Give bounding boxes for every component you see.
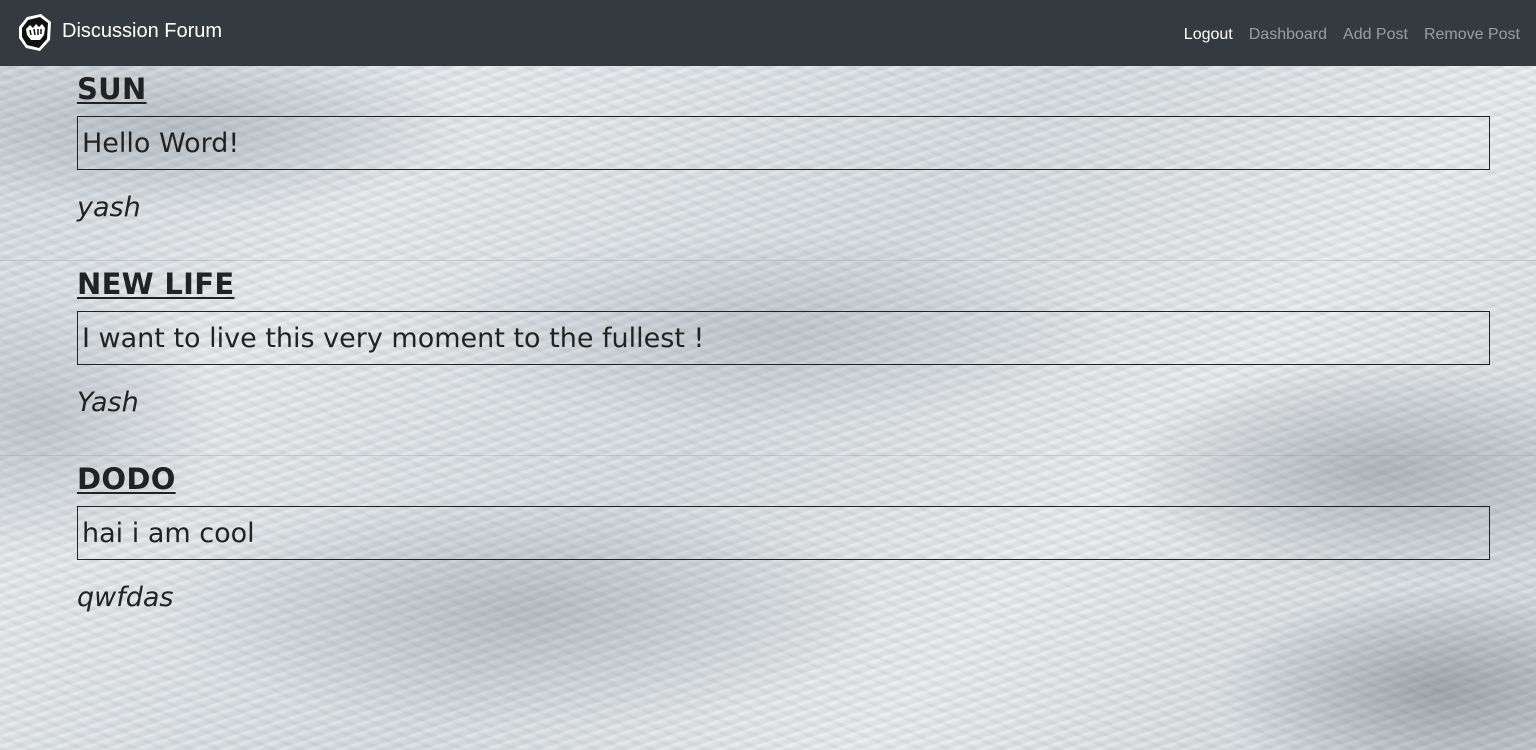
remove-post-link[interactable]: Remove Post: [1424, 26, 1520, 44]
post-author: Yash: [77, 387, 139, 418]
post-author: yash: [77, 192, 141, 223]
add-post-link[interactable]: Add Post: [1343, 26, 1408, 44]
brand-title: Discussion Forum: [62, 19, 223, 42]
post-title-link[interactable]: DODO: [77, 462, 176, 496]
post-item: NEW LIFE I want to live this very moment…: [0, 261, 1536, 456]
post-title-link[interactable]: NEW LIFE: [77, 267, 234, 301]
brand-link[interactable]: Discussion Forum: [17, 13, 222, 53]
logout-link[interactable]: Logout: [1184, 26, 1233, 44]
nav-links: Logout Dashboard Add Post Remove Post: [1168, 26, 1520, 44]
post-author: qwfdas: [77, 582, 174, 613]
post-title-link[interactable]: SUN: [77, 72, 147, 106]
post-body: Hello Word!: [77, 116, 1490, 170]
post-list: SUN Hello Word! yash NEW LIFE I want to …: [0, 66, 1536, 651]
riot-fist-logo-icon: [17, 13, 53, 53]
post-body: I want to live this very moment to the f…: [77, 311, 1490, 365]
post-body: hai i am cool: [77, 506, 1490, 560]
post-item: SUN Hello Word! yash: [0, 66, 1536, 261]
navbar: Discussion Forum Logout Dashboard Add Po…: [0, 0, 1536, 66]
dashboard-link[interactable]: Dashboard: [1249, 26, 1327, 44]
post-item: DODO hai i am cool qwfdas: [0, 456, 1536, 651]
